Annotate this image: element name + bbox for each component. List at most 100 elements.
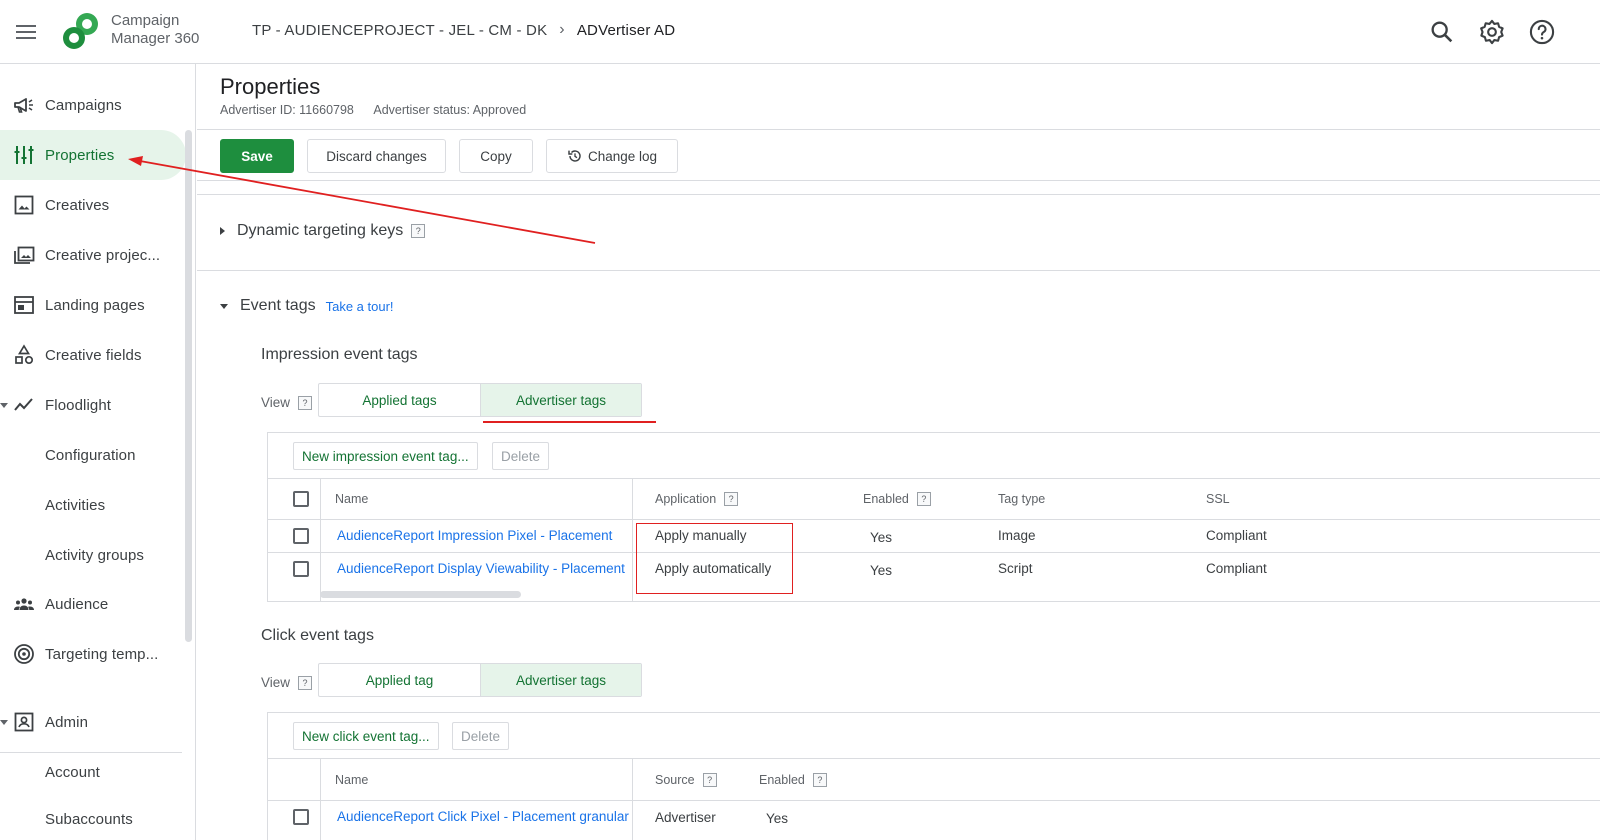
target-icon: [14, 644, 34, 664]
tag-type-value: Image: [998, 528, 1036, 543]
hamburger-menu-icon[interactable]: [14, 20, 38, 44]
new-impression-event-tag-button[interactable]: New impression event tag...: [293, 442, 478, 470]
sidebar-item-label: Subaccounts: [45, 810, 133, 828]
help-icon[interactable]: ?: [916, 492, 931, 506]
impression-view-toggle: Applied tags Advertiser tags: [318, 383, 642, 417]
sidebar-item-creative-fields[interactable]: Creative fields: [0, 330, 186, 380]
sidebar-item-campaigns[interactable]: Campaigns: [0, 80, 186, 130]
column-header-name[interactable]: Name: [335, 492, 368, 506]
select-all-checkbox[interactable]: [293, 491, 309, 507]
tab-advertiser-tags[interactable]: Advertiser tags: [480, 384, 641, 416]
image-stack-icon: [14, 246, 35, 264]
search-icon[interactable]: [1428, 18, 1456, 46]
sidebar-item-creatives[interactable]: Creatives: [0, 180, 186, 230]
sidebar-item-account[interactable]: Account: [0, 747, 186, 797]
row-checkbox[interactable]: [293, 528, 309, 544]
ssl-value: Compliant: [1206, 561, 1267, 576]
sidebar-item-label: Audience: [45, 595, 109, 613]
ssl-value: Compliant: [1206, 528, 1267, 543]
column-header-application[interactable]: Application?: [655, 492, 739, 506]
table-divider: [268, 478, 1600, 479]
help-icon[interactable]: ?: [724, 492, 739, 506]
image-icon: [14, 195, 34, 215]
sidebar-item-creative-projects[interactable]: Creative projec...: [0, 230, 186, 280]
history-icon: [568, 150, 581, 162]
campaign-manager-logo: [63, 13, 98, 49]
breadcrumb: TP - AUDIENCEPROJECT - JEL - CM - DK › A…: [252, 21, 675, 39]
tag-name-link[interactable]: AudienceReport Click Pixel - Placement g…: [337, 809, 629, 824]
take-a-tour-link[interactable]: Take a tour!: [326, 299, 394, 314]
divider: [197, 270, 1600, 271]
sidebar-item-landing-pages[interactable]: Landing pages: [0, 280, 186, 330]
discard-changes-button[interactable]: Discard changes: [307, 139, 446, 173]
sidebar-scrollbar[interactable]: [185, 130, 192, 642]
sliders-icon: [14, 146, 34, 164]
sidebar-item-label: Properties: [45, 146, 115, 164]
trend-line-icon: [14, 398, 33, 411]
row-checkbox[interactable]: [293, 561, 309, 577]
breadcrumb-current[interactable]: ADVertiser AD: [577, 22, 675, 39]
sidebar-item-activity-groups[interactable]: Activity groups: [0, 530, 186, 580]
breadcrumb-parent[interactable]: TP - AUDIENCEPROJECT - JEL - CM - DK: [252, 22, 547, 39]
tag-name-link[interactable]: AudienceReport Impression Pixel - Placem…: [337, 528, 629, 543]
help-icon[interactable]: ?: [411, 224, 426, 238]
row-checkbox[interactable]: [293, 809, 309, 825]
column-header-enabled[interactable]: Enabled?: [863, 492, 931, 506]
help-icon[interactable]: ?: [812, 773, 827, 787]
event-tags-header[interactable]: Event tags Take a tour!: [220, 297, 394, 315]
sidebar-item-configuration[interactable]: Configuration: [0, 430, 186, 480]
sidebar-item-audience[interactable]: Audience: [0, 579, 186, 629]
advertiser-meta: Advertiser ID: 11660798 Advertiser statu…: [220, 103, 526, 117]
underline-annotation: [483, 421, 656, 423]
column-header-ssl[interactable]: SSL: [1206, 492, 1230, 506]
help-icon[interactable]: ?: [298, 395, 313, 410]
sidebar-item-properties[interactable]: Properties: [0, 130, 186, 180]
sidebar-item-targeting-templates[interactable]: Targeting temp...: [0, 629, 186, 679]
group-icon: [14, 598, 34, 610]
delete-button[interactable]: Delete: [492, 442, 550, 470]
click-view-toggle: Applied tag Advertiser tags: [318, 663, 642, 697]
tab-advertiser-tags[interactable]: Advertiser tags: [480, 664, 641, 696]
help-icon[interactable]: ?: [702, 773, 717, 787]
enabled-value: Yes: [870, 530, 893, 545]
column-header-tag-type[interactable]: Tag type: [998, 492, 1045, 506]
sidebar-item-label: Configuration: [45, 446, 136, 464]
page-title: Properties: [220, 74, 321, 99]
highlight-box-annotation: [636, 523, 793, 594]
sidebar-item-activities[interactable]: Activities: [0, 480, 186, 530]
tab-applied-tags[interactable]: Applied tags: [319, 384, 480, 416]
sidebar-item-admin[interactable]: Admin: [0, 697, 186, 747]
column-header-enabled[interactable]: Enabled?: [759, 773, 827, 787]
divider: [197, 129, 1600, 130]
change-log-button[interactable]: Change log: [546, 139, 678, 173]
delete-button[interactable]: Delete: [452, 722, 510, 750]
sidebar-item-label: Activities: [45, 496, 106, 514]
column-divider: [320, 758, 321, 840]
section-title: Event tags: [240, 297, 316, 314]
expand-caret-icon[interactable]: [0, 403, 8, 408]
table-horizontal-scrollbar[interactable]: [320, 591, 521, 598]
tag-name-link[interactable]: AudienceReport Display Viewability - Pla…: [337, 561, 629, 576]
shapes-icon: [15, 344, 34, 365]
tag-type-value: Script: [998, 561, 1033, 576]
impression-event-tags-title: Impression event tags: [261, 346, 418, 363]
expand-arrow-icon: [220, 227, 225, 235]
expand-caret-icon[interactable]: [0, 720, 8, 725]
column-header-source[interactable]: Source?: [655, 773, 717, 787]
gear-icon[interactable]: [1478, 18, 1506, 46]
sidebar-item-floodlight[interactable]: Floodlight: [0, 380, 186, 430]
help-icon[interactable]: ?: [298, 675, 313, 690]
sidebar-item-label: Admin: [45, 713, 89, 731]
save-button[interactable]: Save: [220, 139, 294, 173]
column-header-name[interactable]: Name: [335, 773, 368, 787]
advertiser-status: Advertiser status: Approved: [373, 103, 527, 117]
dynamic-targeting-keys-header[interactable]: Dynamic targeting keys ?: [220, 222, 426, 240]
copy-button[interactable]: Copy: [459, 139, 533, 173]
new-click-event-tag-button[interactable]: New click event tag...: [293, 722, 439, 750]
divider: [197, 180, 1600, 181]
column-divider: [632, 478, 633, 602]
sidebar-item-label: Account: [45, 763, 100, 781]
sidebar-item-subaccounts[interactable]: Subaccounts: [0, 794, 186, 840]
tab-applied-tag[interactable]: Applied tag: [319, 664, 480, 696]
help-icon[interactable]: [1528, 18, 1556, 46]
